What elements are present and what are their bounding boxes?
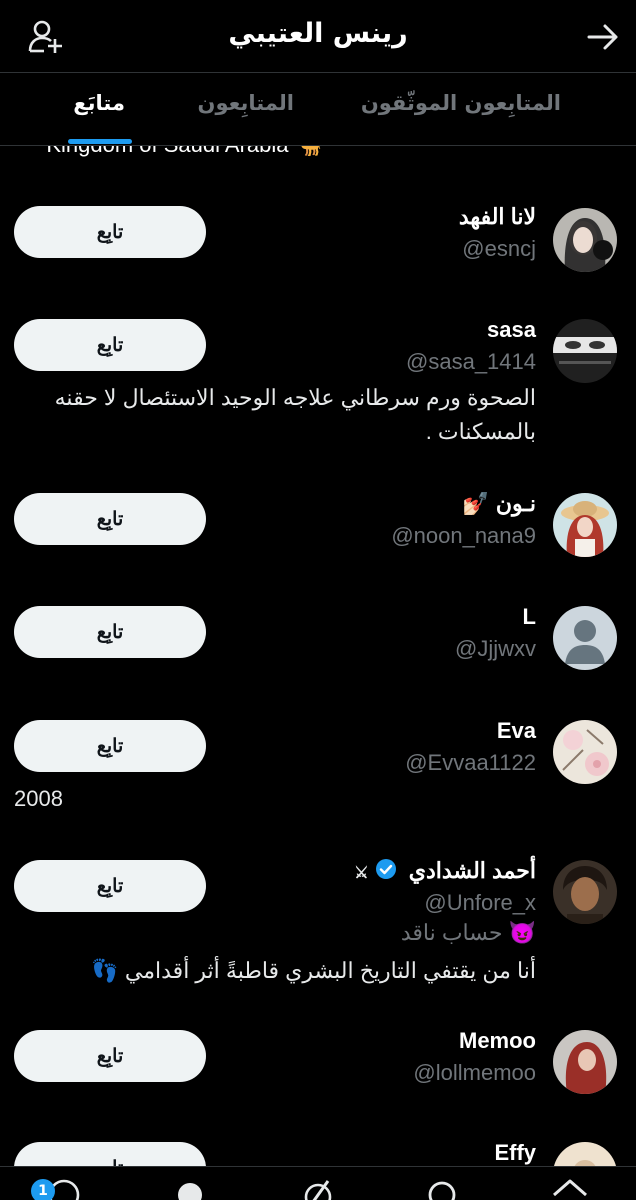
avatar[interactable] (553, 319, 617, 383)
user-name[interactable]: نـون 💅🏻 (462, 491, 536, 517)
user-bio: أنا من يقتفي التاريخ البشري قاطبةً أثر أ… (91, 958, 536, 983)
user-handle: @lollmemoo (413, 1060, 536, 1085)
bottom-navigation: 1 (0, 1166, 636, 1200)
user-name[interactable]: Eva (497, 718, 536, 744)
user-name-group[interactable]: أحمد الشدادي ⚔ (354, 858, 536, 884)
avatar[interactable] (553, 720, 617, 784)
search-icon[interactable] (424, 1175, 464, 1200)
follow-button[interactable]: تابِع (14, 720, 206, 772)
verified-badge-icon (375, 859, 396, 879)
avatar[interactable] (553, 860, 617, 924)
user-handle: @Jjjwxv (455, 636, 536, 661)
user-name[interactable]: sasa (487, 317, 536, 343)
user-list: Kingdom of Saudi Arabia 🐪 لانا الفهد @es… (0, 146, 636, 1166)
active-tab-indicator (68, 139, 132, 144)
back-arrow-icon[interactable] (586, 20, 620, 54)
user-handle: @Unfore_x (424, 890, 536, 915)
user-bio: الصحوة ورم سرطاني علاجه الوحيد الاستئصال… (54, 385, 536, 444)
user-name[interactable]: Memoo (459, 1028, 536, 1054)
user-name[interactable]: لانا الفهد (459, 204, 536, 230)
avatar[interactable] (553, 493, 617, 557)
follow-button[interactable]: تابِع (14, 606, 206, 658)
grok-icon[interactable] (298, 1175, 338, 1200)
follow-button[interactable]: تابِع (14, 206, 206, 258)
follow-button[interactable]: تابِع (14, 319, 206, 371)
avatar[interactable] (553, 1142, 617, 1166)
profile-icon[interactable] (170, 1175, 210, 1200)
user-handle: @sasa_1414 (406, 349, 536, 374)
name-suffix: ⚔ (354, 865, 369, 882)
user-name[interactable]: أحمد الشدادي (409, 858, 536, 883)
user-name[interactable]: Effy (494, 1140, 536, 1166)
notification-badge: 1 (31, 1179, 55, 1200)
default-avatar[interactable] (553, 606, 617, 670)
page-title: رينس العتيبي (228, 18, 408, 49)
user-bio: 2008 (14, 786, 63, 811)
tab-verified-followers[interactable]: المتابِعون الموثّقون (361, 91, 561, 115)
previous-bio-text: Kingdom of Saudi Arabia 🐪 (46, 146, 322, 158)
top-bar: رينس العتيبي (0, 0, 636, 72)
user-handle: @noon_nana9 (391, 523, 536, 548)
follow-button[interactable]: تابِع (14, 1142, 206, 1166)
user-name[interactable]: L (523, 604, 536, 630)
follow-button[interactable]: تابِع (14, 860, 206, 912)
user-handle: @Evvaa1122 (405, 750, 536, 775)
tab-bar: المتابِعون الموثّقون المتابِعون متابَع (0, 72, 636, 146)
follow-button[interactable]: تابِع (14, 493, 206, 545)
user-handle: @esncj (462, 236, 536, 261)
user-subtitle: 😈 حساب ناقد (400, 920, 536, 945)
tab-following[interactable]: متابَع (73, 91, 125, 115)
home-icon[interactable] (550, 1175, 590, 1200)
follow-button[interactable]: تابِع (14, 1030, 206, 1082)
avatar[interactable] (553, 1030, 617, 1094)
avatar[interactable] (553, 208, 617, 272)
tab-followers[interactable]: المتابِعون (198, 91, 294, 115)
